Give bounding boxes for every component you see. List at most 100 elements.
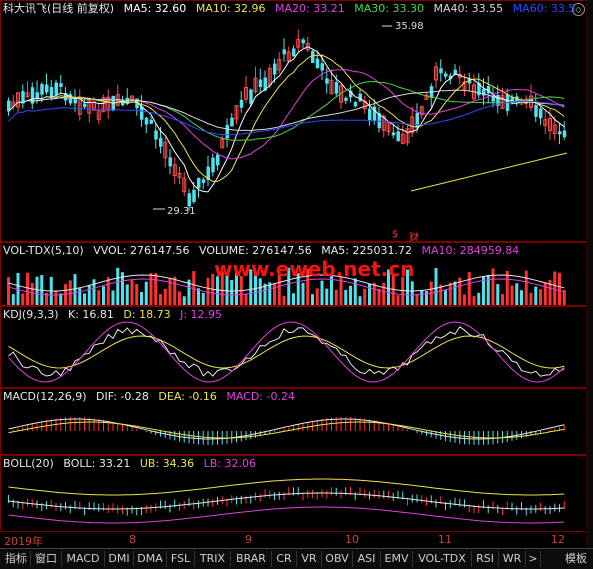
volume-bar: [467, 272, 471, 305]
kdj-indicator-name[interactable]: KDJ(9,3,3): [3, 308, 59, 321]
volume-bar: [334, 289, 338, 305]
watermark: www.eweb.net.cn: [214, 257, 415, 281]
volume-bar: [201, 292, 205, 305]
tab-dma[interactable]: DMA: [134, 551, 167, 567]
tab-macd[interactable]: MACD: [62, 551, 105, 567]
candle-body-down: [216, 154, 220, 166]
volume-bar: [92, 279, 96, 305]
volume-value: VOLUME: 276147.56: [199, 244, 312, 257]
candle-body-down: [292, 48, 296, 57]
tab-obv[interactable]: OBV: [322, 551, 353, 567]
candle-body-down: [396, 131, 400, 142]
candle-body-down: [59, 83, 63, 87]
tab-trix[interactable]: TRIX: [195, 551, 231, 567]
candle-body-down: [344, 97, 348, 101]
volume-bar: [87, 285, 91, 305]
ma20-value: MA20: 33.21: [275, 2, 345, 15]
volume-bar: [496, 284, 500, 305]
ma5-line: [8, 46, 565, 193]
volume-bar: [415, 293, 419, 305]
boll-panel[interactable]: BOLL(20) BOLL: 33.21 UB: 34.36 LB: 32.06: [0, 455, 587, 532]
candle-body-down: [273, 63, 277, 75]
kdj-d-value: D: 18.73: [123, 308, 171, 321]
tab-dmi[interactable]: DMI: [105, 551, 134, 567]
volume-bar: [125, 284, 129, 305]
boll-legend: BOLL(20) BOLL: 33.21 UB: 34.36 LB: 32.06: [3, 457, 262, 471]
macd-indicator-name[interactable]: MACD(12,26,9): [3, 390, 87, 403]
candle-body-down: [249, 89, 253, 104]
tab-fsl[interactable]: FSL: [167, 551, 195, 567]
volume-bar: [149, 272, 153, 305]
vertical-scrollbar[interactable]: [586, 0, 593, 549]
vol-ma10-line: [8, 278, 565, 296]
kdj-k-line: [8, 326, 565, 377]
candle-body-down: [192, 189, 196, 203]
vol-indicator-name[interactable]: VOL-TDX(5,10): [3, 244, 84, 257]
volume-panel[interactable]: VOL-TDX(5,10) VVOL: 276147.56 VOLUME: 27…: [0, 242, 587, 306]
tab-asi[interactable]: ASI: [353, 551, 381, 567]
tab-template[interactable]: 模板: [561, 551, 591, 567]
volume-bar: [26, 272, 29, 305]
volume-bar: [21, 293, 25, 305]
ma5-value: MA5: 32.60: [123, 2, 187, 15]
volume-bar: [7, 277, 10, 305]
kdj-k-value: K: 16.81: [68, 308, 114, 321]
candle-body-down: [49, 87, 54, 97]
finance-marker[interactable]: 财: [409, 229, 419, 241]
ma30-value: MA30: 33.30: [354, 2, 424, 15]
ma40-line: [8, 89, 565, 132]
date-month-10: 10: [345, 533, 359, 546]
date-axis: 2019年 8 9 10 11 12: [0, 531, 587, 549]
volume-bar: [159, 294, 162, 305]
volume-bar: [116, 267, 120, 305]
tab-scroll-right-icon[interactable]: >: [526, 551, 541, 567]
tab-rsi[interactable]: RSI: [472, 551, 499, 567]
tab-vr[interactable]: VR: [297, 551, 322, 567]
candle-body-down: [144, 117, 149, 125]
candle-body-down: [239, 99, 244, 108]
boll-lb-value: LB: 32.06: [203, 457, 256, 470]
macd-dif-value: DIF: -0.28: [96, 390, 149, 403]
volume-bar: [140, 291, 143, 305]
tab-indicators[interactable]: 指标: [2, 551, 31, 567]
volume-bar: [230, 280, 234, 305]
volume-bar: [510, 285, 514, 305]
volume-bar: [420, 290, 424, 305]
ma30-line: [8, 80, 565, 141]
volume-bar: [463, 294, 466, 305]
candle-body-down: [301, 39, 305, 44]
volume-legend: VOL-TDX(5,10) VVOL: 276147.56 VOLUME: 27…: [3, 244, 525, 258]
ma10-line: [8, 54, 565, 182]
price-panel[interactable]: 科大讯飞(日线 前复权) MA5: 32.60 MA10: 32.96 MA20…: [0, 0, 587, 242]
volume-bar: [182, 296, 186, 305]
dividend-marker[interactable]: $: [392, 229, 398, 240]
kdj-d-line: [8, 335, 565, 369]
candle-body-down: [45, 84, 49, 93]
date-month-8: 8: [129, 533, 136, 546]
candle-body-down: [225, 124, 229, 139]
macd-dea-value: DEA: -0.16: [158, 390, 217, 403]
volume-bar: [144, 281, 148, 305]
boll-indicator-name[interactable]: BOLL(20): [3, 457, 54, 470]
volume-bar: [68, 280, 72, 305]
tab-vol-tdx[interactable]: VOL-TDX: [413, 551, 472, 567]
candle-body-down: [282, 49, 286, 55]
volume-bar: [358, 296, 362, 305]
candle-body-down: [187, 193, 191, 207]
tab-brar[interactable]: BRAR: [231, 551, 272, 567]
tab-window[interactable]: 窗口: [31, 551, 62, 567]
candle-body-down: [334, 82, 339, 94]
kdj-panel[interactable]: KDJ(9,3,3) K: 16.81 D: 18.73 J: 12.95: [0, 306, 587, 388]
volume-bar: [111, 290, 115, 305]
high-price-label: 35.98: [395, 21, 424, 32]
candle-body-down: [168, 157, 172, 167]
candle-body-down: [311, 50, 315, 63]
candle-body-down: [534, 105, 538, 117]
volume-bar: [372, 282, 376, 305]
macd-panel[interactable]: MACD(12,26,9) DIF: -0.28 DEA: -0.16 MACD…: [0, 388, 587, 455]
candle-body-down: [201, 179, 206, 183]
tab-emv[interactable]: EMV: [381, 551, 413, 567]
tab-cr[interactable]: CR: [272, 551, 297, 567]
tab-wr[interactable]: WR: [499, 551, 526, 567]
volume-bar: [78, 288, 82, 305]
